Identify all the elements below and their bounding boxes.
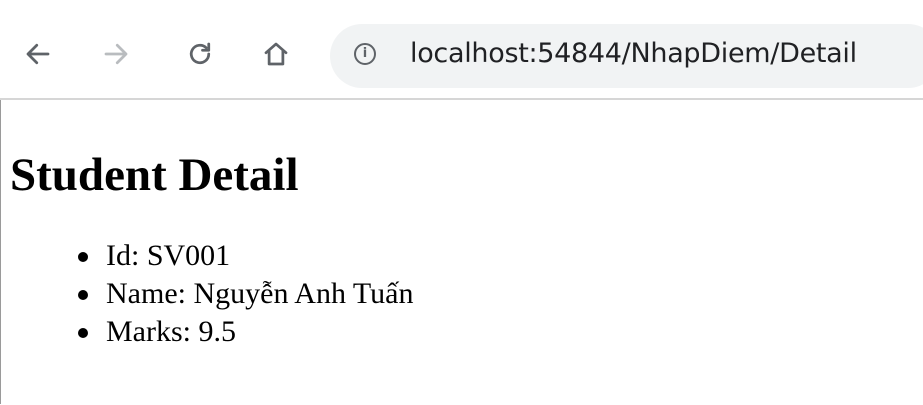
page-content: Student Detail Id: SV001 Name: Nguyễn An… (10, 145, 910, 351)
list-item-id: Id: SV001 (78, 237, 910, 275)
reload-button[interactable] (180, 34, 220, 74)
student-detail-list: Id: SV001 Name: Nguyễn Anh Tuấn Marks: 9… (10, 237, 910, 351)
list-item-marks: Marks: 9.5 (78, 313, 910, 351)
back-button[interactable] (18, 34, 58, 74)
forward-button[interactable] (96, 34, 136, 74)
home-button[interactable] (256, 34, 296, 74)
home-icon (264, 42, 288, 66)
reload-icon (189, 42, 211, 65)
browser-toolbar: i localhost:54844/NhapDiem/Detail (0, 0, 923, 100)
info-icon[interactable]: i (354, 43, 376, 65)
page-title: Student Detail (10, 149, 299, 201)
arrow-right-icon (104, 43, 128, 65)
arrow-left-icon (26, 43, 50, 65)
address-bar[interactable]: i localhost:54844/NhapDiem/Detail (330, 24, 923, 88)
list-item-name: Name: Nguyễn Anh Tuấn (78, 275, 910, 313)
url-text[interactable]: localhost:54844/NhapDiem/Detail (410, 38, 857, 69)
